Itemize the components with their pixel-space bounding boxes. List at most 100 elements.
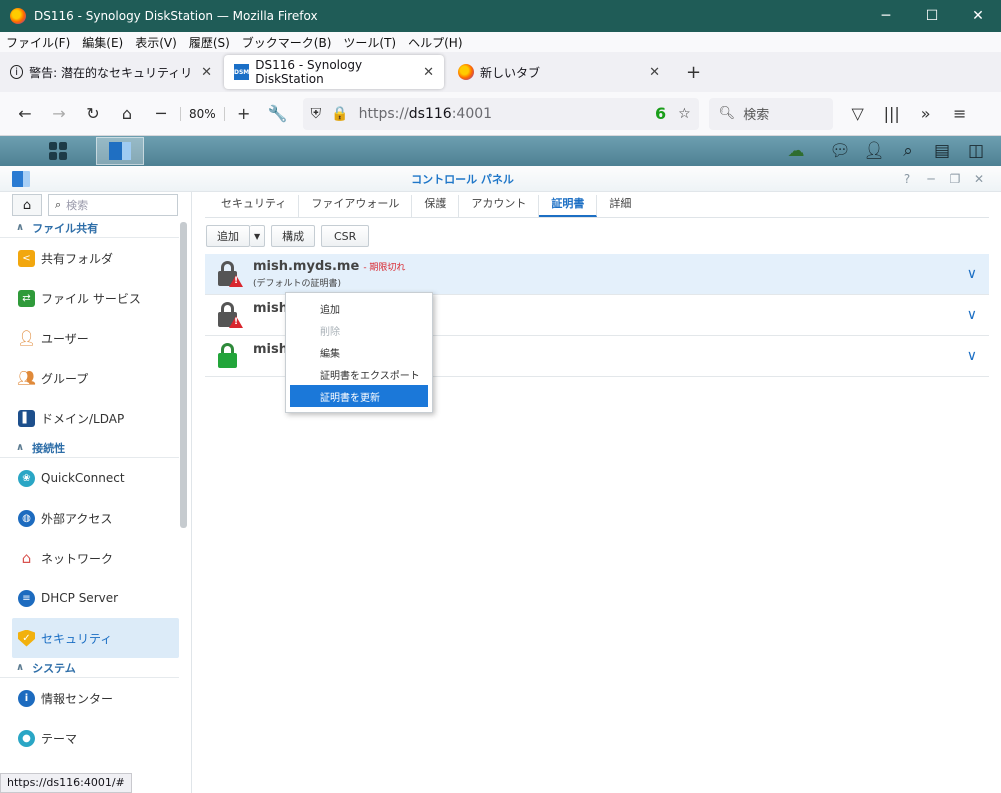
sidebar-item-shared-folder[interactable]: < 共有フォルダ: [0, 238, 179, 278]
group-icon: 👥︎: [16, 369, 37, 387]
window-title: DS116 - Synology DiskStation — Mozilla F…: [34, 9, 318, 23]
lock-expired-icon: [217, 302, 243, 328]
close-window-button[interactable]: ✕: [955, 0, 1001, 32]
tab-security-warning[interactable]: i 警告: 潜在的なセキュリティリスクあり ✕: [0, 55, 222, 89]
url-bar[interactable]: ⛨ 🔒 https://ds116:4001 6 ☆: [302, 97, 699, 130]
sidebar-item-network[interactable]: ⌂ ネットワーク: [0, 538, 179, 578]
menu-edit[interactable]: 編集(E): [82, 34, 123, 51]
csr-button[interactable]: CSR: [321, 225, 370, 247]
search-input[interactable]: 🔍︎ 検索: [708, 97, 833, 130]
shield-icon[interactable]: ⛨: [311, 106, 322, 122]
sidebar-scrollbar[interactable]: [180, 222, 187, 528]
user-icon[interactable]: 👤︎: [857, 137, 891, 165]
wrench-icon[interactable]: 🔧: [261, 98, 295, 130]
sidebar-item-theme[interactable]: ● テーマ: [0, 718, 179, 758]
sidebar-item-security[interactable]: ✓ セキュリティ: [12, 618, 179, 658]
tab-firewall[interactable]: ファイアウォール: [299, 195, 413, 217]
menu-item-add[interactable]: 追加: [290, 297, 428, 319]
tab-new-tab[interactable]: 新しいタブ ✕: [448, 55, 670, 89]
overflow-menu-icon[interactable]: »: [909, 98, 943, 130]
certificate-toolbar: 追加 ▼ 構成 CSR: [193, 218, 1001, 254]
certificate-row[interactable]: mish.myds.me- 期限切れ (デフォルトの証明書) ∨: [205, 254, 989, 295]
back-button[interactable]: ←: [8, 98, 42, 130]
close-icon[interactable]: ✕: [967, 172, 991, 186]
tab-advanced[interactable]: 詳細: [597, 195, 643, 217]
close-tab-icon[interactable]: ✕: [641, 65, 660, 80]
chat-icon[interactable]: 💬︎: [823, 137, 857, 165]
home-button[interactable]: ⌂: [110, 98, 144, 130]
library-icon[interactable]: |||: [875, 98, 909, 130]
restore-icon[interactable]: ❐: [943, 172, 967, 186]
chevron-down-icon[interactable]: ∨: [967, 266, 977, 282]
url-text[interactable]: https://ds116:4001: [359, 106, 655, 122]
sidebar-item-external-access[interactable]: ◍ 外部アクセス: [0, 498, 179, 538]
tab-protection[interactable]: 保護: [412, 195, 460, 217]
sidebar-item-file-services[interactable]: ⇄ ファイル サービス: [0, 278, 179, 318]
menu-item-export-certificate[interactable]: 証明書をエクスポート: [290, 363, 428, 385]
chevron-down-icon[interactable]: ∨: [967, 307, 977, 323]
widgets-icon[interactable]: ▤: [925, 137, 959, 165]
bookmark-star-icon[interactable]: ☆: [678, 106, 691, 122]
sidebar-item-domain-ldap[interactable]: ▌ ドメイン/LDAP: [0, 398, 179, 438]
sidebar-search-input[interactable]: ⌕ 検索: [48, 194, 178, 216]
configure-button[interactable]: 構成: [271, 225, 316, 247]
close-tab-icon[interactable]: ✕: [193, 65, 212, 80]
dsm-favicon-icon: DSM: [234, 64, 250, 80]
tab-diskstation[interactable]: DSM DS116 - Synology DiskStation ✕: [224, 55, 444, 89]
menu-bookmarks[interactable]: ブックマーク(B): [242, 34, 332, 51]
zoom-out-button[interactable]: ─: [144, 98, 178, 130]
quickconnect-icon: ❀: [18, 469, 35, 487]
sidebar-item-dhcp-server[interactable]: ≡ DHCP Server: [0, 578, 179, 618]
extension-badge[interactable]: 6: [655, 104, 666, 123]
tab-security[interactable]: セキュリティ: [209, 195, 300, 217]
main-menu-button[interactable]: [34, 137, 82, 165]
add-button[interactable]: 追加: [206, 225, 250, 247]
search-icon[interactable]: ⌕: [891, 137, 925, 165]
minimize-button[interactable]: ─: [863, 0, 909, 32]
section-system[interactable]: ∧ システム: [0, 658, 179, 678]
menu-history[interactable]: 履歴(S): [189, 34, 230, 51]
lock-expired-icon: [217, 261, 243, 287]
reload-button[interactable]: ↻: [76, 98, 110, 130]
zoom-level[interactable]: 80%: [180, 106, 225, 121]
sidebar-item-quickconnect[interactable]: ❀ QuickConnect: [0, 458, 179, 498]
hamburger-menu-icon[interactable]: ≡: [943, 98, 977, 130]
chevron-down-icon[interactable]: ∨: [967, 348, 977, 364]
app-titlebar: コントロール パネル ? ─ ❐ ✕: [0, 166, 1001, 192]
dhcp-icon: ≡: [18, 589, 35, 607]
pocket-icon[interactable]: ▽: [841, 98, 875, 130]
grid-icon: [49, 142, 67, 160]
tab-label: 警告: 潜在的なセキュリティリスクあり: [29, 65, 193, 80]
menu-help[interactable]: ヘルプ(H): [408, 34, 462, 51]
new-tab-button[interactable]: +: [686, 62, 701, 83]
section-connectivity[interactable]: ∧ 接続性: [0, 438, 179, 458]
home-button[interactable]: ⌂: [12, 194, 42, 216]
menu-file[interactable]: ファイル(F): [6, 34, 70, 51]
section-file-sharing[interactable]: ∧ ファイル共有: [0, 218, 179, 238]
cloud-sync-icon[interactable]: ☁: [779, 137, 813, 165]
user-icon: 👤︎: [16, 329, 37, 347]
menu-view[interactable]: 表示(V): [135, 34, 177, 51]
network-icon: ⌂: [21, 549, 32, 567]
minimize-icon[interactable]: ─: [919, 172, 943, 186]
help-icon[interactable]: ?: [895, 172, 919, 186]
tab-account[interactable]: アカウント: [459, 195, 540, 217]
domain-ldap-icon: ▌: [18, 409, 35, 427]
search-icon: ⌕: [55, 198, 62, 211]
menu-item-edit[interactable]: 編集: [290, 341, 428, 363]
close-tab-icon[interactable]: ✕: [415, 65, 434, 80]
sidebar-item-group[interactable]: 👥︎ グループ: [0, 358, 179, 398]
tab-certificate[interactable]: 証明書: [539, 195, 598, 217]
add-dropdown-button[interactable]: ▼: [250, 225, 266, 247]
sidebar-item-user[interactable]: 👤︎ ユーザー: [0, 318, 179, 358]
window-titlebar: DS116 - Synology DiskStation — Mozilla F…: [0, 0, 1001, 32]
zoom-in-button[interactable]: +: [227, 98, 261, 130]
forward-button[interactable]: →: [42, 98, 76, 130]
desktop-layout-icon[interactable]: ◫: [959, 137, 993, 165]
menu-tools[interactable]: ツール(T): [343, 34, 396, 51]
lock-warning-icon[interactable]: 🔒: [331, 106, 348, 122]
sidebar-item-info-center[interactable]: i 情報センター: [0, 678, 179, 718]
control-panel-taskbar-button[interactable]: [96, 137, 144, 165]
menu-item-renew-certificate[interactable]: 証明書を更新: [290, 385, 428, 407]
maximize-button[interactable]: ☐: [909, 0, 955, 32]
